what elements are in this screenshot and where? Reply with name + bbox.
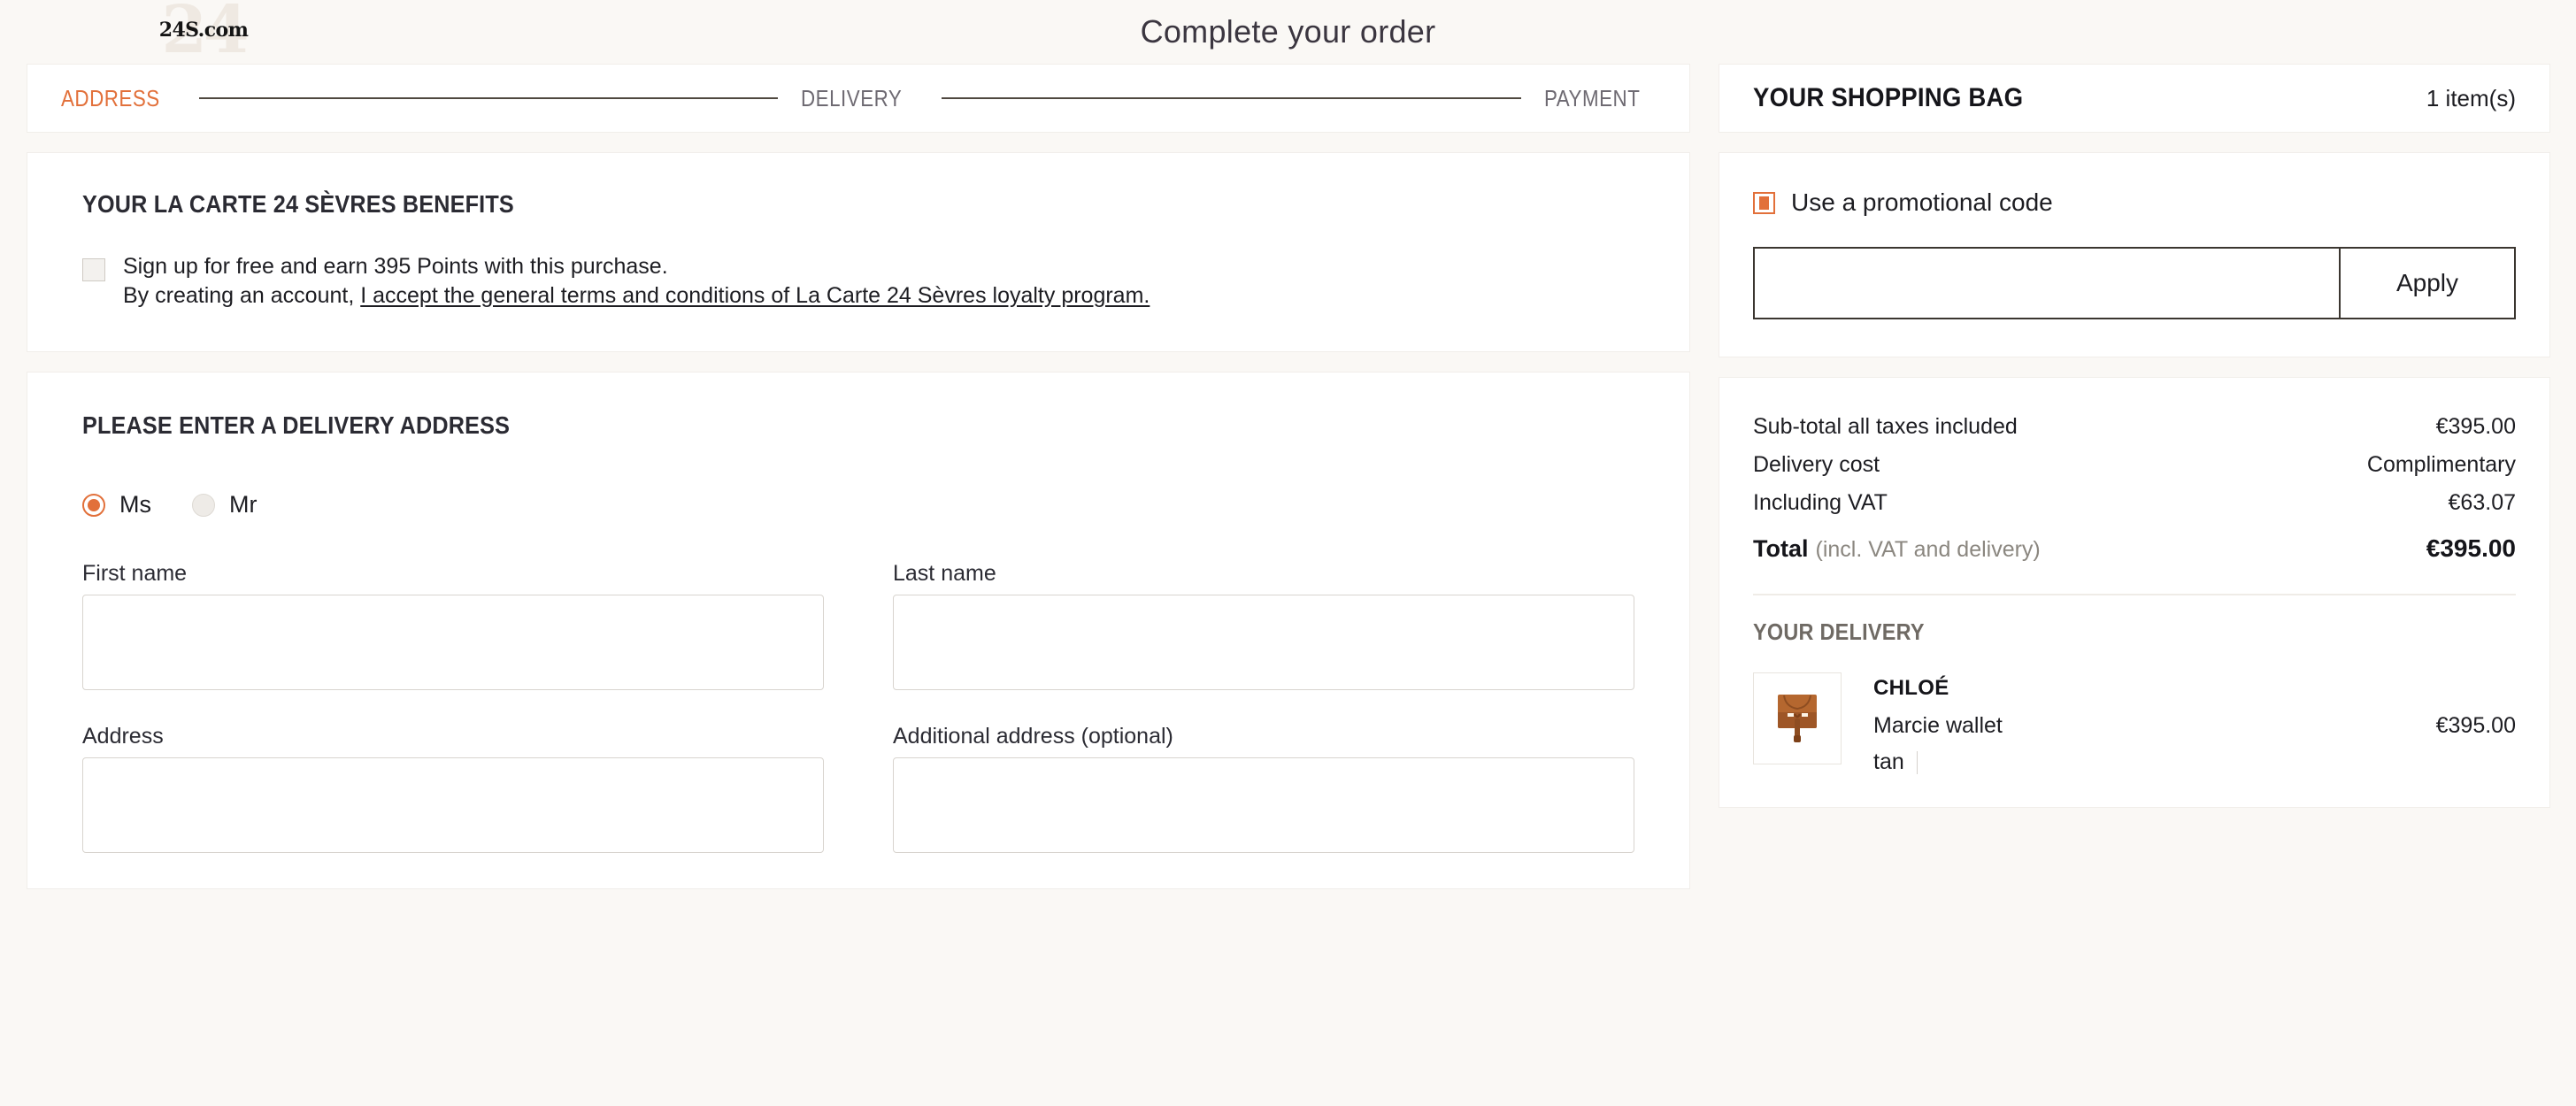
gender-option-mr[interactable]: Mr — [192, 491, 257, 518]
additional-address-input[interactable] — [893, 757, 1634, 853]
benefits-heading: YOUR LA CARTE 24 SÈVRES BENEFITS — [82, 190, 514, 218]
label-last-name: Last name — [893, 561, 996, 586]
shopping-bag-title: YOUR SHOPPING BAG — [1753, 83, 2024, 112]
shopping-bag-count: 1 item(s) — [2426, 84, 2516, 111]
vat-value: €63.07 — [2448, 490, 2516, 515]
total-label: Total — [1753, 535, 1809, 562]
product-info: CHLOÉ Marcie wallet €395.00 tan — [1873, 672, 2516, 775]
label-address: Address — [82, 724, 164, 749]
first-name-input[interactable] — [82, 595, 824, 690]
benefits-terms-prefix: By creating an account, — [123, 283, 361, 308]
benefits-signup-text: Sign up for free and earn 395 Points wit… — [123, 254, 668, 279]
checkout-main-column: ADDRESS DELIVERY PAYMENT YOUR LA CARTE 2… — [27, 64, 1690, 909]
product-price: €395.00 — [2435, 713, 2516, 738]
gender-radio-group: Ms Mr — [82, 491, 1634, 518]
promo-code-input[interactable] — [1753, 247, 2339, 319]
delivery-cost-value: Complimentary — [2366, 452, 2516, 477]
product-name[interactable]: Marcie wallet — [1873, 713, 2003, 739]
label-first-name: First name — [82, 561, 188, 586]
total-label-group: Total (incl. VAT and delivery) — [1753, 535, 2041, 563]
field-address: Address — [82, 724, 824, 853]
loyalty-benefits-card: YOUR LA CARTE 24 SÈVRES BENEFITS Sign up… — [27, 152, 1690, 352]
product-thumbnail[interactable] — [1753, 672, 1842, 764]
order-summary-column: YOUR SHOPPING BAG 1 item(s) Use a promot… — [1719, 64, 2550, 827]
loyalty-signup-checkbox[interactable] — [82, 258, 105, 281]
your-delivery-heading: YOUR DELIVERY — [1753, 618, 1925, 645]
page-title: Complete your order — [1140, 13, 1436, 50]
benefits-text: Sign up for free and earn 395 Points wit… — [123, 252, 1150, 311]
brand-wordmark: 24S.com — [158, 19, 249, 42]
step-address[interactable]: ADDRESS — [61, 85, 160, 112]
wallet-icon — [1778, 695, 1817, 742]
address-input[interactable] — [82, 757, 824, 853]
last-name-input[interactable] — [893, 595, 1634, 690]
summary-row-total: Total (incl. VAT and delivery) €395.00 — [1753, 522, 2516, 569]
label-additional-address: Additional address (optional) — [893, 724, 1173, 749]
stepper-line-1 — [198, 97, 779, 99]
step-payment[interactable]: PAYMENT — [1544, 85, 1640, 112]
promo-apply-button[interactable]: Apply — [2339, 247, 2516, 319]
product-color: tan — [1873, 749, 1904, 774]
promo-code-label: Use a promotional code — [1791, 188, 2053, 216]
radio-unselected-icon[interactable] — [192, 493, 215, 517]
gender-label-ms: Ms — [119, 491, 151, 518]
address-heading: PLEASE ENTER A DELIVERY ADDRESS — [82, 411, 511, 439]
promo-toggle-row[interactable]: Use a promotional code — [1753, 188, 2516, 217]
step-delivery[interactable]: DELIVERY — [801, 85, 902, 112]
page-layout: ADDRESS DELIVERY PAYMENT YOUR LA CARTE 2… — [0, 64, 2576, 909]
checkout-stepper: ADDRESS DELIVERY PAYMENT — [27, 64, 1690, 133]
gender-option-ms[interactable]: Ms — [82, 491, 151, 518]
brand-logo[interactable]: 24 24S.com — [155, 0, 252, 65]
product-meta: tan — [1873, 749, 2516, 775]
order-totals-card: Sub-total all taxes included €395.00 Del… — [1719, 377, 2550, 808]
vat-label: Including VAT — [1753, 490, 1888, 515]
subtotal-label: Sub-total all taxes included — [1753, 414, 2018, 439]
loyalty-terms-link[interactable]: I accept the general terms and condition… — [360, 283, 1150, 308]
summary-row-subtotal: Sub-total all taxes included €395.00 — [1753, 408, 2516, 446]
address-field-grid: First name Last name Address Additional … — [82, 561, 1634, 853]
product-brand[interactable]: CHLOÉ — [1873, 676, 2516, 701]
benefits-body: Sign up for free and earn 395 Points wit… — [82, 252, 1634, 311]
delivery-product-row: CHLOÉ Marcie wallet €395.00 tan — [1753, 672, 2516, 775]
benefits-terms-line: By creating an account, I accept the gen… — [123, 281, 1150, 311]
summary-row-delivery-cost: Delivery cost Complimentary — [1753, 446, 2516, 484]
subtotal-value: €395.00 — [2435, 414, 2516, 439]
radio-selected-icon[interactable] — [82, 493, 105, 517]
gender-label-mr: Mr — [229, 491, 258, 518]
shopping-bag-header: YOUR SHOPPING BAG 1 item(s) — [1719, 64, 2550, 133]
stepper-line-2 — [942, 97, 1521, 99]
promo-input-row: Apply — [1753, 247, 2516, 319]
product-meta-separator — [1916, 750, 1918, 774]
site-header: 24 24S.com Complete your order — [0, 0, 2576, 64]
field-last-name: Last name — [893, 561, 1634, 690]
summary-row-vat: Including VAT €63.07 — [1753, 484, 2516, 522]
total-value: €395.00 — [2426, 534, 2516, 562]
field-first-name: First name — [82, 561, 824, 690]
promo-code-checkbox[interactable] — [1753, 191, 1775, 214]
delivery-address-card: PLEASE ENTER A DELIVERY ADDRESS Ms Mr Fi… — [27, 372, 1690, 889]
delivery-cost-label: Delivery cost — [1753, 452, 1880, 477]
total-note: (incl. VAT and delivery) — [1815, 537, 2041, 562]
product-name-price-line: Marcie wallet €395.00 — [1873, 713, 2516, 739]
field-additional-address: Additional address (optional) — [893, 724, 1634, 853]
promotional-code-card: Use a promotional code Apply — [1719, 152, 2550, 357]
summary-divider — [1753, 594, 2516, 595]
